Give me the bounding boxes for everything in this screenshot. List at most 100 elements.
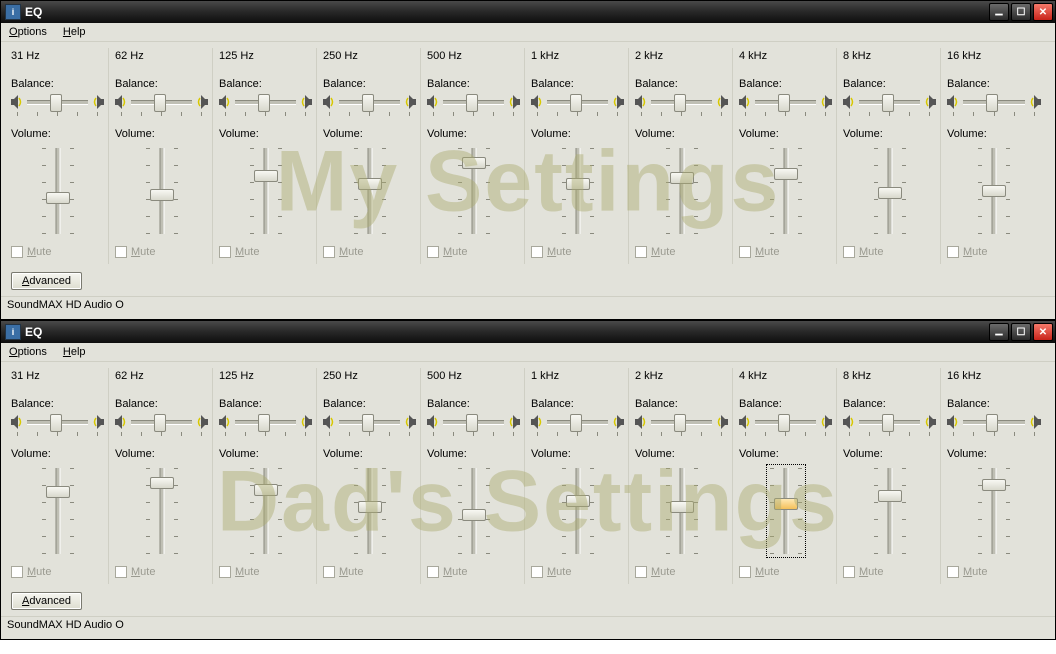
volume-label: Volume: — [427, 448, 520, 460]
mute-checkbox[interactable] — [115, 566, 127, 578]
mute-label: Mute — [339, 246, 363, 258]
mute-label: Mute — [755, 566, 779, 578]
speaker-right-icon — [612, 95, 624, 109]
balance-slider[interactable] — [753, 94, 818, 110]
speaker-left-icon — [843, 95, 855, 109]
mute-checkbox[interactable] — [219, 246, 231, 258]
balance-slider[interactable] — [233, 414, 298, 430]
balance-slider[interactable] — [25, 414, 90, 430]
mute-label: Mute — [339, 566, 363, 578]
balance-slider[interactable] — [649, 414, 714, 430]
volume-label: Volume: — [531, 128, 624, 140]
close-button[interactable] — [1033, 3, 1053, 21]
mute-checkbox[interactable] — [843, 566, 855, 578]
mute-checkbox[interactable] — [531, 566, 543, 578]
menu-help[interactable]: Help — [59, 25, 90, 39]
balance-slider[interactable] — [961, 414, 1027, 430]
mute-label: Mute — [963, 566, 987, 578]
titlebar[interactable]: i EQ — [1, 321, 1055, 343]
volume-slider[interactable] — [870, 144, 910, 238]
volume-slider[interactable] — [766, 464, 806, 558]
volume-slider[interactable] — [350, 144, 390, 238]
volume-label: Volume: — [947, 448, 1041, 460]
mute-checkbox[interactable] — [635, 566, 647, 578]
balance-slider[interactable] — [545, 94, 610, 110]
balance-slider[interactable] — [129, 414, 194, 430]
speaker-right-icon — [508, 415, 520, 429]
volume-slider[interactable] — [142, 464, 182, 558]
band-frequency-label: 125 Hz — [219, 50, 312, 64]
titlebar[interactable]: i EQ — [1, 1, 1055, 23]
speaker-left-icon — [739, 95, 751, 109]
minimize-button[interactable] — [989, 323, 1009, 341]
volume-slider[interactable] — [38, 144, 78, 238]
balance-slider[interactable] — [441, 94, 506, 110]
mute-checkbox[interactable] — [11, 566, 23, 578]
volume-slider[interactable] — [350, 464, 390, 558]
volume-slider[interactable] — [246, 144, 286, 238]
speaker-left-icon — [427, 95, 439, 109]
menu-options[interactable]: Options — [5, 25, 51, 39]
mute-checkbox[interactable] — [427, 246, 439, 258]
mute-checkbox[interactable] — [427, 566, 439, 578]
balance-slider[interactable] — [545, 414, 610, 430]
balance-slider[interactable] — [961, 94, 1027, 110]
menu-options[interactable]: Options — [5, 345, 51, 359]
mute-checkbox[interactable] — [115, 246, 127, 258]
advanced-button[interactable]: Advanced — [11, 592, 82, 610]
mute-checkbox[interactable] — [947, 246, 959, 258]
volume-slider[interactable] — [246, 464, 286, 558]
balance-slider[interactable] — [25, 94, 90, 110]
band-frequency-label: 125 Hz — [219, 370, 312, 384]
band-frequency-label: 1 kHz — [531, 50, 624, 64]
balance-slider[interactable] — [337, 94, 402, 110]
volume-slider[interactable] — [142, 144, 182, 238]
mute-checkbox[interactable] — [739, 566, 751, 578]
volume-slider[interactable] — [974, 464, 1014, 558]
mute-checkbox[interactable] — [531, 246, 543, 258]
mute-checkbox[interactable] — [947, 566, 959, 578]
balance-slider[interactable] — [233, 94, 298, 110]
mute-checkbox[interactable] — [843, 246, 855, 258]
speaker-left-icon — [115, 95, 127, 109]
volume-slider[interactable] — [662, 464, 702, 558]
eq-band: 500 Hz Balance: Volume: — [423, 48, 525, 264]
volume-slider[interactable] — [870, 464, 910, 558]
maximize-button[interactable] — [1011, 323, 1031, 341]
minimize-button[interactable] — [989, 3, 1009, 21]
mute-checkbox[interactable] — [323, 566, 335, 578]
menu-help[interactable]: Help — [59, 345, 90, 359]
volume-slider[interactable] — [38, 464, 78, 558]
speaker-left-icon — [531, 415, 543, 429]
volume-slider[interactable] — [558, 464, 598, 558]
volume-slider[interactable] — [558, 144, 598, 238]
balance-slider[interactable] — [753, 414, 818, 430]
mute-label: Mute — [235, 246, 259, 258]
balance-slider[interactable] — [337, 414, 402, 430]
eq-band: 250 Hz Balance: Volume: — [319, 48, 421, 264]
mute-checkbox[interactable] — [219, 566, 231, 578]
close-button[interactable] — [1033, 323, 1053, 341]
volume-slider[interactable] — [766, 144, 806, 238]
balance-slider[interactable] — [857, 94, 922, 110]
balance-ticks — [17, 432, 98, 436]
volume-slider[interactable] — [454, 144, 494, 238]
volume-slider[interactable] — [974, 144, 1014, 238]
mute-label: Mute — [859, 566, 883, 578]
mute-checkbox[interactable] — [11, 246, 23, 258]
volume-slider[interactable] — [454, 464, 494, 558]
balance-label: Balance: — [947, 398, 1041, 410]
balance-slider[interactable] — [857, 414, 922, 430]
balance-slider[interactable] — [441, 414, 506, 430]
balance-slider[interactable] — [129, 94, 194, 110]
maximize-button[interactable] — [1011, 3, 1031, 21]
mute-checkbox[interactable] — [739, 246, 751, 258]
volume-slider[interactable] — [662, 144, 702, 238]
balance-slider[interactable] — [649, 94, 714, 110]
eq-band: 31 Hz Balance: Volume: — [7, 368, 109, 584]
advanced-button[interactable]: Advanced — [11, 272, 82, 290]
balance-label: Balance: — [427, 78, 520, 90]
mute-checkbox[interactable] — [323, 246, 335, 258]
mute-checkbox[interactable] — [635, 246, 647, 258]
status-text: SoundMAX HD Audio O — [7, 619, 124, 631]
